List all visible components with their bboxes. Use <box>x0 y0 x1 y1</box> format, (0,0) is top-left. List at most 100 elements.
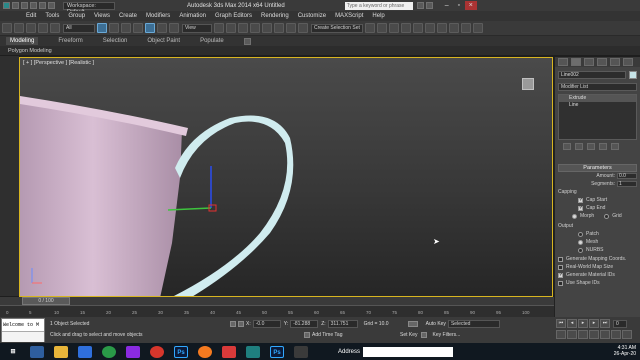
app-window-icon[interactable] <box>294 345 308 358</box>
orbit-icon[interactable] <box>611 330 621 339</box>
tab-modeling[interactable]: Modeling <box>6 37 39 45</box>
use-shape-checkbox[interactable] <box>558 280 563 286</box>
menu-group[interactable]: Group <box>68 13 85 19</box>
menu-graph-editors[interactable]: Graph Editors <box>215 13 252 19</box>
x-coordinate-field[interactable]: -0.0 <box>252 320 281 328</box>
rendered-frame-window-icon[interactable] <box>461 23 471 33</box>
set-key-label[interactable]: Set Key <box>400 332 418 338</box>
workspace-dropdown[interactable]: Workspace: Default <box>63 1 115 15</box>
select-and-rotate-icon[interactable] <box>157 23 167 33</box>
play-icon[interactable]: ▸ <box>578 319 588 328</box>
render-production-icon[interactable] <box>473 23 483 33</box>
app-logo-icon[interactable] <box>3 2 10 9</box>
layer-manager-icon[interactable] <box>389 23 399 33</box>
key-mode-icon[interactable] <box>420 332 427 338</box>
gen-material-checkbox[interactable]: ✓ <box>558 272 563 278</box>
mesh-radio[interactable] <box>578 239 583 245</box>
track-bar[interactable]: 0 5 10 15 20 25 30 35 40 45 50 55 60 65 … <box>0 305 554 317</box>
object-name-field[interactable]: Line002 <box>558 71 626 79</box>
hierarchy-tab-icon[interactable] <box>584 58 594 66</box>
minimize-icon[interactable]: – <box>441 1 453 10</box>
menu-tools[interactable]: Tools <box>45 13 59 19</box>
polygon-modeling-label[interactable]: Polygon Modeling <box>8 48 52 54</box>
pdf-reader-icon[interactable] <box>222 345 236 358</box>
material-editor-icon[interactable] <box>437 23 447 33</box>
redo-icon[interactable] <box>48 2 55 9</box>
graphite-tools-icon[interactable] <box>401 23 411 33</box>
viewcube-icon[interactable] <box>522 78 534 90</box>
rectangle-selection-icon[interactable] <box>121 23 131 33</box>
photoshop-2-icon[interactable]: Ps <box>270 345 284 358</box>
stack-item-extrude[interactable]: Extrude <box>559 95 636 102</box>
maximize-viewport-icon[interactable] <box>622 330 632 339</box>
undo-tool-icon[interactable] <box>2 23 12 33</box>
remove-modifier-icon[interactable] <box>599 143 607 150</box>
file-explorer-icon[interactable] <box>54 345 68 358</box>
real-world-checkbox[interactable] <box>558 264 563 270</box>
address-input[interactable] <box>363 346 454 357</box>
make-unique-icon[interactable] <box>587 143 595 150</box>
morph-radio[interactable] <box>572 213 577 219</box>
reference-coordinate-dropdown[interactable]: View <box>182 23 212 33</box>
select-by-name-icon[interactable] <box>109 23 119 33</box>
ribbon-options-icon[interactable] <box>243 37 251 45</box>
selection-filter-dropdown[interactable]: All <box>63 23 95 33</box>
pan-icon[interactable] <box>600 330 610 339</box>
tab-selection[interactable]: Selection <box>103 38 128 44</box>
manipulate-icon[interactable] <box>226 23 236 33</box>
menu-edit[interactable]: Edit <box>26 13 36 19</box>
z-coordinate-field[interactable]: 311.751 <box>327 320 358 328</box>
gen-mapping-checkbox[interactable] <box>558 256 563 262</box>
nurbs-radio[interactable] <box>578 247 583 253</box>
unlink-icon[interactable] <box>38 23 48 33</box>
current-frame-field[interactable]: 0 <box>613 319 627 328</box>
system-clock[interactable]: 4:31 AM 26-Apr-20 <box>614 345 636 357</box>
photoshop-icon[interactable]: Ps <box>174 345 188 358</box>
keyboard-shortcut-icon[interactable] <box>238 23 248 33</box>
media-player-icon[interactable] <box>126 345 140 358</box>
menu-views[interactable]: Views <box>94 13 110 19</box>
lock-selection-icon[interactable] <box>230 321 236 327</box>
chrome-icon[interactable] <box>102 345 116 358</box>
schematic-view-icon[interactable] <box>425 23 435 33</box>
percent-snap-icon[interactable] <box>274 23 284 33</box>
maxscript-input[interactable] <box>2 331 44 342</box>
tab-populate[interactable]: Populate <box>200 38 224 44</box>
time-tag-icon[interactable] <box>304 332 310 338</box>
key-filters-button[interactable]: Key Filters... <box>433 332 461 338</box>
maxscript-mini-listener[interactable]: Welcome to M <box>2 319 44 331</box>
cap-end-checkbox[interactable]: ✓ <box>578 205 583 211</box>
y-coordinate-field[interactable]: -81.288 <box>290 320 319 328</box>
zoom-extents-icon[interactable] <box>578 330 588 339</box>
menu-animation[interactable]: Animation <box>179 13 206 19</box>
amount-spinner[interactable]: 0.0 <box>617 173 637 179</box>
tab-object-paint[interactable]: Object Paint <box>147 38 180 44</box>
link-icon[interactable] <box>26 23 36 33</box>
grid-radio[interactable] <box>604 213 610 219</box>
bind-space-warp-icon[interactable] <box>50 23 60 33</box>
snaps-toggle-icon[interactable] <box>250 23 260 33</box>
cap-start-checkbox[interactable]: ✓ <box>578 197 583 203</box>
next-frame-icon[interactable]: ▸ <box>589 319 599 328</box>
help-icon[interactable] <box>416 2 424 9</box>
menu-rendering[interactable]: Rendering <box>261 13 289 19</box>
field-of-view-icon[interactable] <box>589 330 599 339</box>
modify-tab-icon[interactable] <box>571 58 581 66</box>
align-icon[interactable] <box>377 23 387 33</box>
display-tab-icon[interactable] <box>610 58 620 66</box>
save-file-icon[interactable] <box>30 2 37 9</box>
modifier-list-dropdown[interactable]: Modifier List <box>558 83 637 91</box>
go-to-start-icon[interactable]: ⏮ <box>556 319 566 328</box>
utilities-tab-icon[interactable] <box>623 58 633 66</box>
redo-tool-icon[interactable] <box>14 23 24 33</box>
stack-item-line[interactable]: Line <box>559 102 636 109</box>
menu-modifiers[interactable]: Modifiers <box>146 13 170 19</box>
maximize-icon[interactable]: ▫ <box>453 1 465 10</box>
window-crossing-icon[interactable] <box>133 23 143 33</box>
select-and-scale-icon[interactable] <box>169 23 179 33</box>
configure-modifier-sets-icon[interactable] <box>611 143 619 150</box>
menu-create[interactable]: Create <box>119 13 137 19</box>
perspective-viewport[interactable]: [ + ] [Perspective ] [Realistic ] ➤ <box>19 57 553 297</box>
tab-freeform[interactable]: Freeform <box>58 38 82 44</box>
add-time-tag[interactable]: Add Time Tag <box>312 332 394 338</box>
